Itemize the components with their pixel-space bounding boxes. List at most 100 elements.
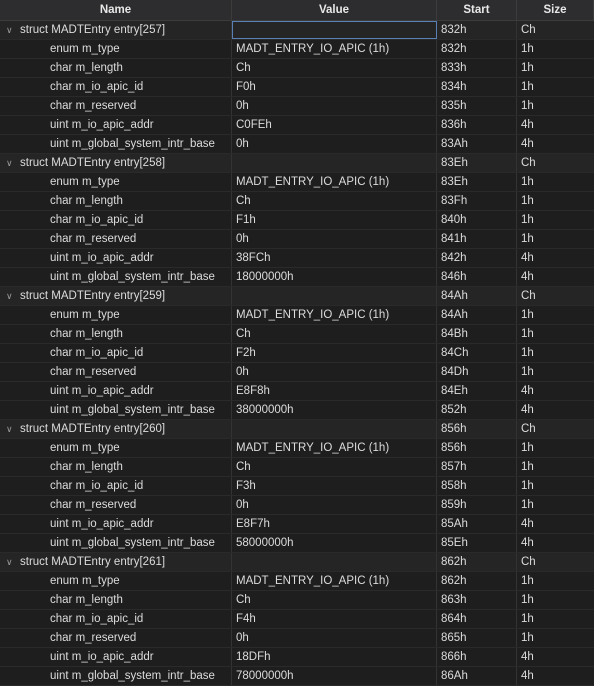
column-header-value[interactable]: Value	[232, 0, 437, 20]
value-cell[interactable]	[232, 21, 437, 39]
field-row[interactable]: uint m_io_apic_addr E8F7h 85Ah 4h	[0, 515, 594, 534]
value-cell[interactable]: MADT_ENTRY_IO_APIC (1h)	[232, 173, 437, 191]
field-row[interactable]: char m_io_apic_id F1h 840h 1h	[0, 211, 594, 230]
name-cell: uint m_global_system_intr_base	[0, 268, 232, 286]
field-row[interactable]: enum m_type MADT_ENTRY_IO_APIC (1h) 84Ah 1h	[0, 306, 594, 325]
name-cell: ∨ struct MADTEntry entry[259]	[0, 287, 232, 305]
field-row[interactable]: uint m_global_system_intr_base 58000000h 8…	[0, 534, 594, 553]
chevron-down-icon[interactable]: ∨	[6, 158, 18, 169]
chevron-down-icon[interactable]: ∨	[6, 25, 18, 36]
field-row[interactable]: char m_length Ch 84Bh 1h	[0, 325, 594, 344]
struct-row[interactable]: ∨ struct MADTEntry entry[258] 83Eh Ch	[0, 154, 594, 173]
chevron-down-icon[interactable]: ∨	[6, 424, 18, 435]
value-cell[interactable]: 0h	[232, 230, 437, 248]
value-cell[interactable]: C0FEh	[232, 116, 437, 134]
field-row[interactable]: uint m_global_system_intr_base 18000000h 8…	[0, 268, 594, 287]
row-name: uint m_io_apic_addr	[50, 651, 154, 663]
field-row[interactable]: char m_length Ch 863h 1h	[0, 591, 594, 610]
value-cell[interactable]: Ch	[232, 192, 437, 210]
column-header-size[interactable]: Size	[517, 0, 594, 20]
size-cell: 1h	[521, 43, 534, 55]
field-row[interactable]: enum m_type MADT_ENTRY_IO_APIC (1h) 856h 1h	[0, 439, 594, 458]
value-cell[interactable]: F4h	[232, 610, 437, 628]
name-cell: enum m_type	[0, 572, 232, 590]
field-row[interactable]: uint m_io_apic_addr E8F8h 84Eh 4h	[0, 382, 594, 401]
value-cell[interactable]: 18DFh	[232, 648, 437, 666]
name-cell: ∨ struct MADTEntry entry[261]	[0, 553, 232, 571]
field-row[interactable]: char m_reserved 0h 84Dh 1h	[0, 363, 594, 382]
field-row[interactable]: uint m_global_system_intr_base 38000000h 8…	[0, 401, 594, 420]
field-row[interactable]: char m_io_apic_id F0h 834h 1h	[0, 78, 594, 97]
value-cell[interactable]: 0h	[232, 629, 437, 647]
value-cell[interactable]: Ch	[232, 325, 437, 343]
value-cell[interactable]: MADT_ENTRY_IO_APIC (1h)	[232, 306, 437, 324]
value-cell[interactable]	[232, 420, 437, 438]
row-name: enum m_type	[50, 575, 120, 587]
value-cell[interactable]: F0h	[232, 78, 437, 96]
name-cell: uint m_global_system_intr_base	[0, 135, 232, 153]
row-name: char m_reserved	[50, 100, 137, 112]
size-cell: 1h	[521, 81, 534, 93]
value-cell[interactable]: E8F7h	[232, 515, 437, 533]
value-cell[interactable]: 0h	[232, 135, 437, 153]
field-row[interactable]: uint m_io_apic_addr 18DFh 866h 4h	[0, 648, 594, 667]
name-cell: uint m_io_apic_addr	[0, 515, 232, 533]
value-cell[interactable]: 38FCh	[232, 249, 437, 267]
field-row[interactable]: uint m_global_system_intr_base 0h 83Ah 4h	[0, 135, 594, 154]
value-cell[interactable]: 0h	[232, 97, 437, 115]
value-cell[interactable]: F2h	[232, 344, 437, 362]
struct-row[interactable]: ∨ struct MADTEntry entry[261] 862h Ch	[0, 553, 594, 572]
value-cell[interactable]: MADT_ENTRY_IO_APIC (1h)	[232, 572, 437, 590]
struct-row[interactable]: ∨ struct MADTEntry entry[260] 856h Ch	[0, 420, 594, 439]
value-cell[interactable]: F3h	[232, 477, 437, 495]
field-row[interactable]: char m_io_apic_id F4h 864h 1h	[0, 610, 594, 629]
value-cell[interactable]	[232, 287, 437, 305]
value-cell[interactable]: Ch	[232, 591, 437, 609]
field-row[interactable]: char m_reserved 0h 835h 1h	[0, 97, 594, 116]
column-header-start[interactable]: Start	[437, 0, 517, 20]
row-name: char m_length	[50, 328, 123, 340]
start-cell: 863h	[437, 591, 517, 609]
row-name: enum m_type	[50, 442, 120, 454]
field-row[interactable]: char m_length Ch 83Fh 1h	[0, 192, 594, 211]
field-row[interactable]: uint m_global_system_intr_base 78000000h 8…	[0, 667, 594, 686]
start-cell: 834h	[437, 78, 517, 96]
value-cell[interactable]: E8F8h	[232, 382, 437, 400]
field-row[interactable]: char m_io_apic_id F3h 858h 1h	[0, 477, 594, 496]
start-cell: 84Ah	[437, 287, 517, 305]
size-cell: 1h	[521, 632, 534, 644]
field-row[interactable]: char m_length Ch 857h 1h	[0, 458, 594, 477]
size-cell: 4h	[521, 119, 534, 131]
value-cell[interactable]: 58000000h	[232, 534, 437, 552]
value-cell[interactable]: 18000000h	[232, 268, 437, 286]
value-cell[interactable]: MADT_ENTRY_IO_APIC (1h)	[232, 439, 437, 457]
struct-row[interactable]: ∨ struct MADTEntry entry[257] 832h Ch	[0, 21, 594, 40]
value-cell[interactable]: F1h	[232, 211, 437, 229]
field-row[interactable]: char m_reserved 0h 865h 1h	[0, 629, 594, 648]
value-cell[interactable]	[232, 553, 437, 571]
field-row[interactable]: enum m_type MADT_ENTRY_IO_APIC (1h) 832h 1h	[0, 40, 594, 59]
value-cell[interactable]: MADT_ENTRY_IO_APIC (1h)	[232, 40, 437, 58]
field-row[interactable]: enum m_type MADT_ENTRY_IO_APIC (1h) 83Eh 1h	[0, 173, 594, 192]
struct-row[interactable]: ∨ struct MADTEntry entry[259] 84Ah Ch	[0, 287, 594, 306]
value-cell[interactable]	[232, 154, 437, 172]
value-cell[interactable]: 0h	[232, 496, 437, 514]
column-header-name[interactable]: Name	[0, 0, 232, 20]
value-cell[interactable]: 0h	[232, 363, 437, 381]
field-row[interactable]: char m_io_apic_id F2h 84Ch 1h	[0, 344, 594, 363]
field-row[interactable]: char m_reserved 0h 841h 1h	[0, 230, 594, 249]
chevron-down-icon[interactable]: ∨	[6, 557, 18, 568]
row-name: enum m_type	[50, 176, 120, 188]
field-row[interactable]: char m_length Ch 833h 1h	[0, 59, 594, 78]
value-cell[interactable]: 78000000h	[232, 667, 437, 685]
value-cell[interactable]: Ch	[232, 458, 437, 476]
field-row[interactable]: enum m_type MADT_ENTRY_IO_APIC (1h) 862h 1h	[0, 572, 594, 591]
field-row[interactable]: uint m_io_apic_addr C0FEh 836h 4h	[0, 116, 594, 135]
chevron-down-icon[interactable]: ∨	[6, 291, 18, 302]
field-row[interactable]: uint m_io_apic_addr 38FCh 842h 4h	[0, 249, 594, 268]
field-row[interactable]: char m_reserved 0h 859h 1h	[0, 496, 594, 515]
rows-container: ∨ struct MADTEntry entry[257] 832h Ch enum m…	[0, 21, 594, 686]
name-cell: char m_io_apic_id	[0, 344, 232, 362]
value-cell[interactable]: 38000000h	[232, 401, 437, 419]
value-cell[interactable]: Ch	[232, 59, 437, 77]
